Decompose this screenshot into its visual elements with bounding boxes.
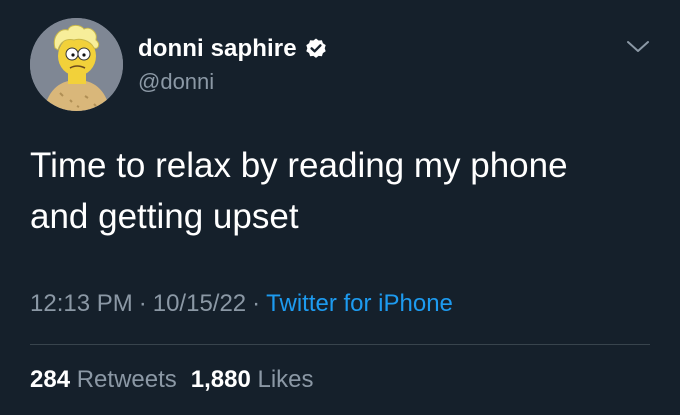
tweet-date[interactable]: 10/15/22: [153, 290, 246, 317]
likes-label: Likes: [257, 366, 314, 393]
retweets-count: 284: [30, 366, 71, 393]
meta-separator: ·: [138, 290, 147, 317]
likes-stat[interactable]: 1,880 Likes: [191, 366, 314, 393]
cartoon-character-avatar-icon: [30, 18, 123, 111]
retweets-stat[interactable]: 284 Retweets: [30, 366, 177, 393]
tweet-text: Time to relax by reading my phone and ge…: [30, 146, 568, 236]
tweet-time[interactable]: 12:13 PM: [30, 290, 133, 317]
author-name-row[interactable]: donni saphire: [138, 34, 328, 64]
divider: [30, 344, 650, 345]
display-name[interactable]: donni saphire: [138, 35, 297, 63]
retweets-label: Retweets: [76, 366, 177, 393]
verified-badge-icon: [304, 37, 328, 61]
tweet-card: donni saphire @donni Time to relax by re…: [0, 0, 680, 415]
likes-count: 1,880: [190, 366, 251, 393]
chevron-down-icon[interactable]: [624, 36, 652, 58]
meta-separator: ·: [252, 290, 261, 317]
author-handle[interactable]: @donni: [138, 69, 214, 95]
tweet-stats: 284 Retweets 1,880 Likes: [30, 366, 314, 394]
tweet-source-link[interactable]: Twitter for iPhone: [266, 290, 453, 317]
tweet-meta: 12:13 PM · 10/15/22 · Twitter for iPhone: [30, 290, 453, 318]
avatar[interactable]: [30, 18, 123, 111]
